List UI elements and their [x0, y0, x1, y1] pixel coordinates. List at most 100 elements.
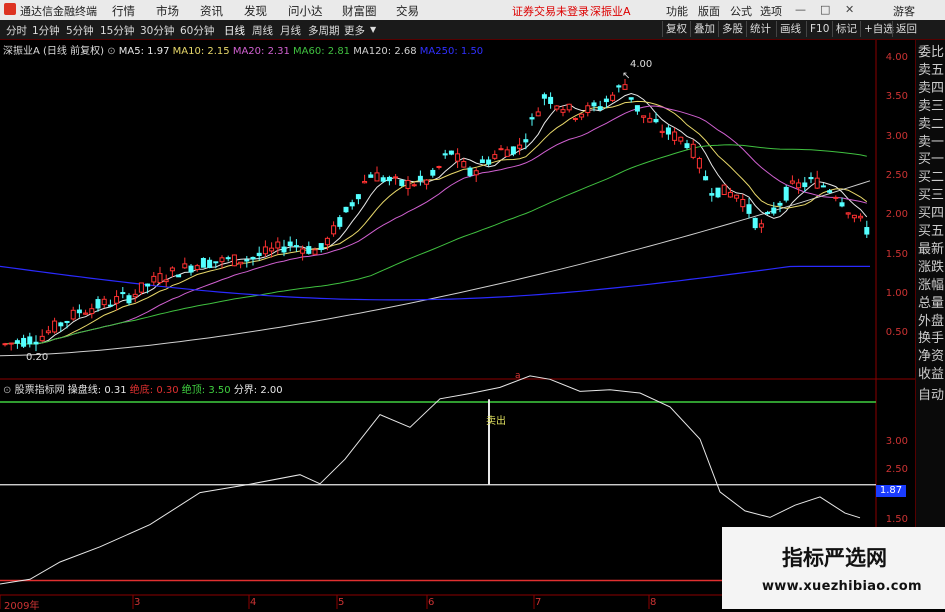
menu-caifuquan[interactable]: 财富圈 — [342, 3, 377, 19]
side-auto-button[interactable]: 自动 — [918, 386, 945, 406]
side-item-11[interactable]: 最新 — [918, 240, 945, 260]
side-item-14[interactable]: 总量 — [918, 294, 945, 314]
btn-huaxian[interactable]: 画线 — [776, 21, 804, 37]
btn-f10[interactable]: F10 — [806, 21, 832, 37]
side-item-7[interactable]: 买二 — [918, 168, 945, 188]
axis-250: 2.50 — [885, 170, 908, 181]
candle-body — [157, 273, 163, 284]
menu-faxian[interactable]: 发现 — [244, 3, 267, 19]
menu-zixun[interactable]: 资讯 — [200, 3, 223, 19]
menu-shichang[interactable]: 市场 — [156, 3, 179, 19]
period-more[interactable]: 更多 — [344, 23, 365, 38]
side-item-13[interactable]: 涨幅 — [918, 276, 945, 296]
candle-body — [448, 150, 454, 155]
candle-body — [492, 154, 498, 159]
side-item-1[interactable]: 卖五 — [918, 61, 945, 81]
indicator-settings-icon[interactable]: ⊙ — [3, 385, 11, 396]
btn-fanhui[interactable]: 返回 — [892, 21, 920, 37]
candle-body — [864, 227, 870, 235]
period-multi[interactable]: 多周期 — [308, 23, 340, 38]
candle-body — [417, 175, 423, 181]
side-item-4[interactable]: 卖二 — [918, 115, 945, 135]
period-month[interactable]: 月线 — [280, 23, 301, 38]
menu-gongshi[interactable]: 公式 — [730, 3, 752, 19]
period-60min[interactable]: 60分钟 — [180, 23, 214, 38]
menu-jiaoyi[interactable]: 交易 — [396, 3, 419, 19]
candle-body — [368, 174, 374, 178]
side-item-17[interactable]: 净资 — [918, 347, 945, 367]
line-caopan: 操盘线: 0.31 — [67, 385, 127, 396]
chart-area[interactable]: ↖a — [0, 40, 915, 609]
side-item-15[interactable]: 外盘 — [918, 312, 945, 332]
btn-biaoji[interactable]: 标记 — [832, 21, 860, 37]
candle-body — [76, 309, 82, 314]
side-item-12[interactable]: 涨跌 — [918, 258, 945, 278]
btn-tongji[interactable]: 统计 — [746, 21, 774, 37]
btn-duogu[interactable]: 多股 — [718, 21, 746, 37]
watermark: 指标严选网 www.xuezhibiao.com — [722, 527, 945, 609]
candle-body — [616, 85, 622, 88]
side-item-18[interactable]: 收益 — [918, 365, 945, 385]
candle-body — [45, 330, 51, 334]
time-axis — [0, 595, 650, 609]
candle-body — [845, 212, 851, 215]
candle-body — [83, 312, 89, 315]
watermark-url: www.xuezhibiao.com — [762, 579, 922, 594]
period-5min[interactable]: 5分钟 — [66, 23, 94, 38]
candle-body — [293, 245, 299, 248]
ma10-label: MA10: 2.15 — [172, 46, 230, 57]
menu-xuanxiang[interactable]: 选项 — [760, 3, 782, 19]
settings-icon[interactable]: ⊙ — [107, 46, 115, 57]
current-value-badge: 1.87 — [876, 485, 906, 497]
candle-body — [827, 190, 833, 193]
current-stock: 深振业A — [590, 5, 631, 18]
candle-body — [771, 207, 777, 214]
menu-banmian[interactable]: 版面 — [698, 3, 720, 19]
period-day[interactable]: 日线 — [224, 23, 245, 38]
candle-body — [225, 257, 231, 260]
ma5-line — [4, 92, 868, 345]
more-arrow-icon[interactable]: ▼ — [370, 25, 376, 34]
candle-body — [746, 204, 752, 214]
login-notice[interactable]: 证券交易未登录 — [512, 3, 589, 19]
period-1min[interactable]: 1分钟 — [32, 23, 60, 38]
candle-body — [659, 130, 665, 133]
menu-gongneng[interactable]: 功能 — [666, 3, 688, 19]
candle-body — [337, 217, 343, 227]
candle-body — [498, 148, 504, 151]
side-item-16[interactable]: 换手 — [918, 329, 945, 349]
side-item-2[interactable]: 卖四 — [918, 79, 945, 99]
candle-body — [281, 246, 287, 253]
side-item-5[interactable]: 卖一 — [918, 133, 945, 153]
side-item-0[interactable]: 委比 — [918, 43, 945, 63]
period-15min[interactable]: 15分钟 — [100, 23, 134, 38]
line-fenjie: 分界: 2.00 — [233, 385, 283, 396]
menu-wenxiaoda[interactable]: 问小达 — [288, 3, 323, 19]
period-30min[interactable]: 30分钟 — [140, 23, 174, 38]
candle-body — [529, 117, 535, 120]
candle-body — [715, 187, 721, 198]
ind-axis-300: 3.00 — [885, 436, 908, 447]
candle-body — [107, 304, 113, 307]
close-icon[interactable]: ✕ — [845, 3, 854, 16]
side-item-10[interactable]: 买五 — [918, 222, 945, 242]
minimize-icon[interactable]: — — [795, 3, 806, 16]
side-item-6[interactable]: 买一 — [918, 150, 945, 170]
side-item-8[interactable]: 买三 — [918, 186, 945, 206]
candle-body — [541, 94, 547, 99]
period-week[interactable]: 周线 — [252, 23, 273, 38]
guest-button[interactable]: 游客 — [893, 3, 915, 19]
period-fenshi[interactable]: 分时 — [6, 23, 27, 38]
candle-body — [783, 186, 789, 201]
candle-body — [424, 179, 430, 185]
candle-body — [231, 254, 237, 267]
btn-fuquan[interactable]: 复权 — [662, 21, 690, 37]
candle-body — [21, 337, 27, 347]
candle-body — [386, 176, 392, 182]
side-item-9[interactable]: 买四 — [918, 204, 945, 224]
candle-body — [176, 274, 182, 278]
side-item-3[interactable]: 卖三 — [918, 97, 945, 117]
menu-hangqing[interactable]: 行情 — [112, 3, 135, 19]
btn-diejia[interactable]: 叠加 — [690, 21, 718, 37]
maximize-icon[interactable]: □ — [820, 3, 830, 16]
